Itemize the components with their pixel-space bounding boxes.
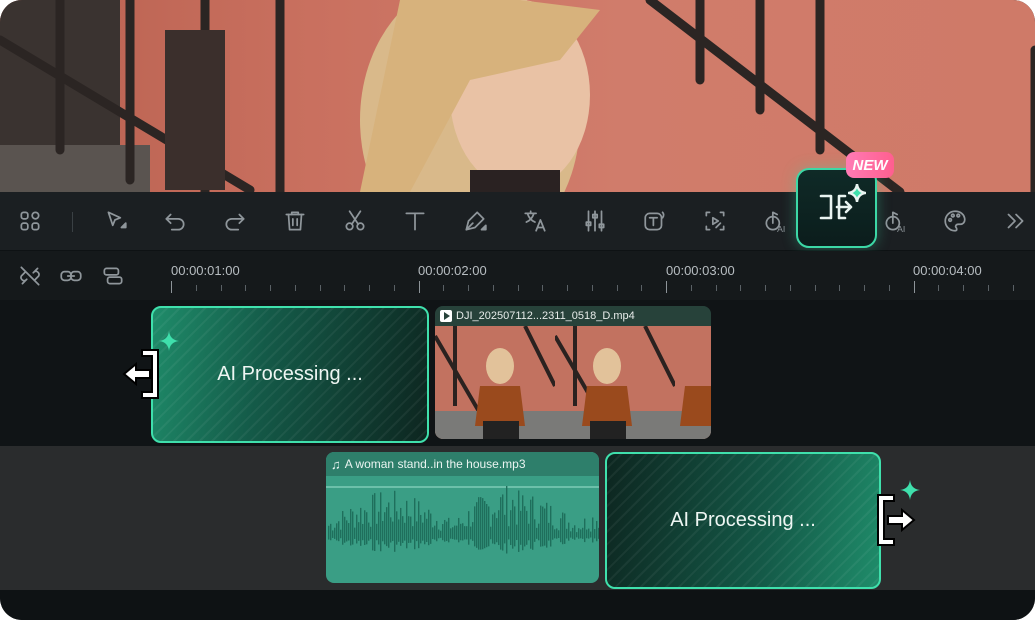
ruler-tick: [740, 285, 742, 291]
video-thumbnail: [435, 326, 555, 439]
toolbar-divider: [72, 212, 73, 232]
redo-icon[interactable]: [215, 192, 255, 250]
ruler-tick: [1012, 285, 1014, 291]
ai-split-extend-button[interactable]: [796, 168, 877, 248]
ruler-tick: [418, 281, 420, 293]
ruler-tick: [245, 285, 247, 291]
sparkle-icon: [848, 184, 866, 202]
ruler-tick: [888, 285, 890, 291]
adjust-icon[interactable]: [575, 192, 615, 250]
ruler-tick: [765, 285, 766, 291]
ruler-tick: [468, 285, 469, 291]
new-badge: NEW: [846, 152, 894, 178]
ruler-tick: [913, 281, 915, 293]
extend-right-handle-icon[interactable]: [874, 493, 916, 547]
ruler-time-4: 00:00:04:00: [913, 263, 982, 278]
ruler-tick: [963, 285, 964, 291]
ai-processing-label: AI Processing ...: [670, 509, 816, 531]
ruler-tick: [938, 285, 940, 291]
ai-clip-icon[interactable]: [695, 192, 735, 250]
svg-text:AI: AI: [897, 224, 905, 234]
ruler-tick: [443, 285, 445, 291]
ruler-tick: [294, 285, 296, 291]
video-clip-header: DJI_202507112...2311_0518_D.mp4: [435, 306, 711, 326]
ai-music-icon[interactable]: AI: [875, 192, 915, 250]
track-toggle-icon[interactable]: [93, 251, 133, 300]
audio-clip-name: A woman stand..in the house.mp3: [344, 457, 526, 471]
video-thumbnail: [555, 326, 675, 439]
video-clip[interactable]: DJI_202507112...2311_0518_D.mp4: [435, 306, 711, 439]
ruler-tick: [987, 285, 989, 291]
audio-clip-header: ♫ A woman stand..in the house.mp3: [326, 452, 599, 476]
ruler-tick: [839, 285, 841, 291]
ruler-tick: [517, 285, 519, 291]
video-clip-name: DJI_202507112...2311_0518_D.mp4: [456, 310, 635, 322]
select-tool-icon[interactable]: [96, 192, 136, 250]
ruler-tick: [814, 285, 816, 291]
ai-audio-icon[interactable]: AI: [755, 192, 795, 250]
unlink-icon[interactable]: [10, 251, 50, 300]
ruler-tick: [195, 285, 197, 291]
ruler-tick: [492, 285, 494, 291]
music-note-icon: ♫: [331, 456, 341, 472]
ai-text-icon[interactable]: [635, 192, 675, 250]
text-icon[interactable]: [395, 192, 435, 250]
undo-icon[interactable]: [155, 192, 195, 250]
ai-processing-clip-right[interactable]: AI Processing ...: [605, 452, 881, 589]
apps-icon[interactable]: [10, 192, 50, 250]
edit-toolbar: AI AI: [0, 192, 1035, 250]
cut-icon[interactable]: [335, 192, 375, 250]
ruler-tick: [171, 281, 172, 293]
video-file-icon: [440, 310, 452, 322]
ruler-tick: [270, 285, 271, 291]
ruler-tick: [344, 285, 346, 291]
palette-icon[interactable]: [935, 192, 975, 250]
ruler-tick: [864, 285, 865, 291]
ruler-tick: [715, 285, 717, 291]
ruler-time-1: 00:00:01:00: [171, 263, 240, 278]
ruler-time-2: 00:00:02:00: [418, 263, 487, 278]
ai-processing-label: AI Processing ...: [217, 363, 363, 385]
extend-left-handle-icon[interactable]: [122, 348, 162, 400]
more-icon[interactable]: [995, 192, 1035, 250]
ruler-tick: [567, 285, 568, 291]
ruler-tick: [369, 285, 370, 291]
ruler-tick: [542, 285, 544, 291]
pen-icon[interactable]: [455, 192, 495, 250]
ai-processing-clip-left[interactable]: AI Processing ...: [151, 306, 429, 443]
sparkle-icon: [159, 331, 179, 351]
ruler-tick: [616, 285, 618, 291]
link-icon[interactable]: [51, 251, 91, 300]
ruler-tick: [591, 285, 593, 291]
ruler-tick: [789, 285, 791, 291]
timeline-ruler: 00:00:01:00 00:00:02:00 00:00:03:00 00:0…: [0, 251, 1035, 300]
ruler-tick: [220, 285, 222, 291]
ruler-tick: [690, 285, 692, 291]
ruler-tick: [666, 281, 667, 293]
ruler-tick: [319, 285, 321, 291]
delete-icon[interactable]: [275, 192, 315, 250]
audio-waveform: [326, 486, 599, 554]
timeline-bottom-area: [0, 590, 1035, 620]
svg-text:AI: AI: [777, 224, 785, 234]
ruler-tick: [393, 285, 395, 291]
audio-clip[interactable]: ♫ A woman stand..in the house.mp3: [326, 452, 599, 583]
ruler-time-3: 00:00:03:00: [666, 263, 735, 278]
translate-icon[interactable]: [515, 192, 555, 250]
editor-window: AI AI NEW 00:00:01:00 00:00:02:00 00:00:…: [0, 0, 1035, 620]
ruler-tick: [641, 285, 643, 291]
video-thumbnail: [675, 326, 711, 439]
